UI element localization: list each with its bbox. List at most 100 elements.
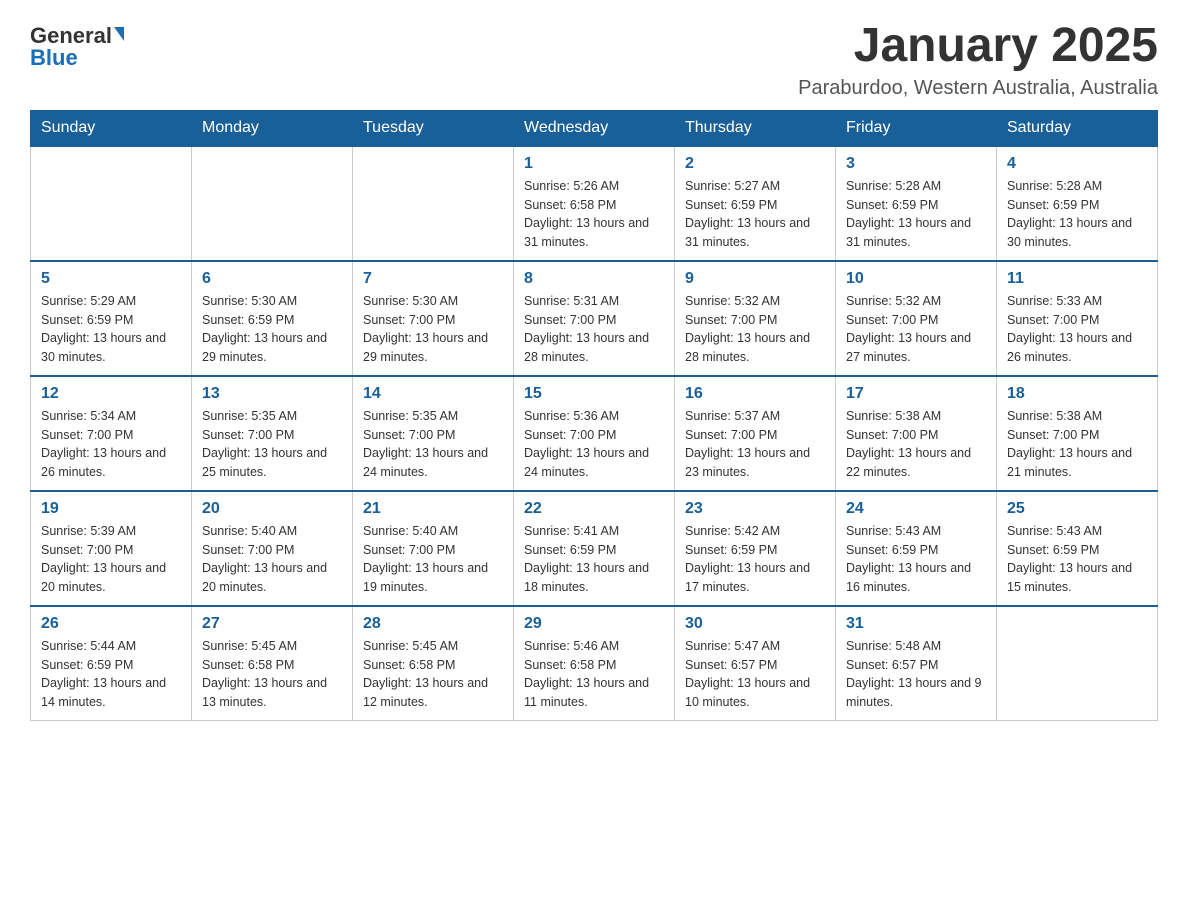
day-number: 16: [685, 385, 825, 403]
day-number: 19: [41, 500, 181, 518]
calendar-cell: 26 Sunrise: 5:44 AM Sunset: 6:59 PM Dayli…: [31, 606, 192, 721]
day-number: 25: [1007, 500, 1147, 518]
day-number: 2: [685, 155, 825, 173]
day-number: 26: [41, 615, 181, 633]
day-number: 9: [685, 270, 825, 288]
logo-text-blue: Blue: [30, 45, 78, 70]
day-number: 10: [846, 270, 986, 288]
day-info: Sunrise: 5:48 AM Sunset: 6:57 PM Dayligh…: [846, 637, 986, 712]
day-info: Sunrise: 5:26 AM Sunset: 6:58 PM Dayligh…: [524, 177, 664, 252]
day-info: Sunrise: 5:37 AM Sunset: 7:00 PM Dayligh…: [685, 407, 825, 482]
calendar-cell: [997, 606, 1158, 721]
calendar-cell: 25 Sunrise: 5:43 AM Sunset: 6:59 PM Dayli…: [997, 491, 1158, 606]
calendar-cell: 21 Sunrise: 5:40 AM Sunset: 7:00 PM Dayli…: [353, 491, 514, 606]
calendar-cell: 18Sunrise: 5:38 AM Sunset: 7:00 PM Dayli…: [997, 376, 1158, 491]
logo: General Blue: [30, 20, 124, 70]
day-number: 24: [846, 500, 986, 518]
day-info: Sunrise: 5:29 AM Sunset: 6:59 PM Dayligh…: [41, 292, 181, 367]
day-number: 6: [202, 270, 342, 288]
column-header-tuesday: Tuesday: [353, 110, 514, 146]
week-row-1: 1 Sunrise: 5:26 AM Sunset: 6:58 PM Daylig…: [31, 146, 1158, 261]
day-number: 5: [41, 270, 181, 288]
day-info: Sunrise: 5:39 AM Sunset: 7:00 PM Dayligh…: [41, 522, 181, 597]
calendar-cell: 20Sunrise: 5:40 AM Sunset: 7:00 PM Dayli…: [192, 491, 353, 606]
day-number: 8: [524, 270, 664, 288]
logo-text-general: General: [30, 25, 112, 47]
day-info: Sunrise: 5:34 AM Sunset: 7:00 PM Dayligh…: [41, 407, 181, 482]
calendar-header-row: SundayMondayTuesdayWednesdayThursdayFrid…: [31, 110, 1158, 146]
day-info: Sunrise: 5:43 AM Sunset: 6:59 PM Dayligh…: [846, 522, 986, 597]
column-header-sunday: Sunday: [31, 110, 192, 146]
week-row-2: 5 Sunrise: 5:29 AM Sunset: 6:59 PM Daylig…: [31, 261, 1158, 376]
column-header-friday: Friday: [836, 110, 997, 146]
page-header: General Blue January 2025 Paraburdoo, We…: [30, 20, 1158, 100]
calendar-cell: 7 Sunrise: 5:30 AM Sunset: 7:00 PM Daylig…: [353, 261, 514, 376]
column-header-thursday: Thursday: [675, 110, 836, 146]
day-number: 7: [363, 270, 503, 288]
day-number: 3: [846, 155, 986, 173]
day-info: Sunrise: 5:32 AM Sunset: 7:00 PM Dayligh…: [685, 292, 825, 367]
day-number: 17: [846, 385, 986, 403]
day-info: Sunrise: 5:40 AM Sunset: 7:00 PM Dayligh…: [363, 522, 503, 597]
day-info: Sunrise: 5:42 AM Sunset: 6:59 PM Dayligh…: [685, 522, 825, 597]
day-info: Sunrise: 5:46 AM Sunset: 6:58 PM Dayligh…: [524, 637, 664, 712]
calendar-cell: 2 Sunrise: 5:27 AM Sunset: 6:59 PM Daylig…: [675, 146, 836, 261]
day-number: 14: [363, 385, 503, 403]
day-number: 31: [846, 615, 986, 633]
day-number: 18: [1007, 385, 1147, 403]
calendar-cell: 28Sunrise: 5:45 AM Sunset: 6:58 PM Dayli…: [353, 606, 514, 721]
calendar-cell: 29Sunrise: 5:46 AM Sunset: 6:58 PM Dayli…: [514, 606, 675, 721]
calendar-table: SundayMondayTuesdayWednesdayThursdayFrid…: [30, 110, 1158, 721]
calendar-cell: 4 Sunrise: 5:28 AM Sunset: 6:59 PM Daylig…: [997, 146, 1158, 261]
day-number: 22: [524, 500, 664, 518]
week-row-5: 26 Sunrise: 5:44 AM Sunset: 6:59 PM Dayli…: [31, 606, 1158, 721]
day-info: Sunrise: 5:30 AM Sunset: 7:00 PM Dayligh…: [363, 292, 503, 367]
calendar-cell: 6 Sunrise: 5:30 AM Sunset: 6:59 PM Daylig…: [192, 261, 353, 376]
calendar-cell: 1 Sunrise: 5:26 AM Sunset: 6:58 PM Daylig…: [514, 146, 675, 261]
calendar-cell: 10 Sunrise: 5:32 AM Sunset: 7:00 PM Dayli…: [836, 261, 997, 376]
day-info: Sunrise: 5:45 AM Sunset: 6:58 PM Dayligh…: [202, 637, 342, 712]
calendar-cell: 14Sunrise: 5:35 AM Sunset: 7:00 PM Dayli…: [353, 376, 514, 491]
calendar-cell: 23 Sunrise: 5:42 AM Sunset: 6:59 PM Dayli…: [675, 491, 836, 606]
day-info: Sunrise: 5:38 AM Sunset: 7:00 PM Dayligh…: [846, 407, 986, 482]
day-info: Sunrise: 5:28 AM Sunset: 6:59 PM Dayligh…: [1007, 177, 1147, 252]
day-info: Sunrise: 5:30 AM Sunset: 6:59 PM Dayligh…: [202, 292, 342, 367]
week-row-3: 12 Sunrise: 5:34 AM Sunset: 7:00 PM Dayli…: [31, 376, 1158, 491]
day-number: 11: [1007, 270, 1147, 288]
day-info: Sunrise: 5:41 AM Sunset: 6:59 PM Dayligh…: [524, 522, 664, 597]
day-number: 30: [685, 615, 825, 633]
calendar-cell: [353, 146, 514, 261]
calendar-cell: 9 Sunrise: 5:32 AM Sunset: 7:00 PM Daylig…: [675, 261, 836, 376]
calendar-cell: 8 Sunrise: 5:31 AM Sunset: 7:00 PM Daylig…: [514, 261, 675, 376]
column-header-saturday: Saturday: [997, 110, 1158, 146]
day-info: Sunrise: 5:28 AM Sunset: 6:59 PM Dayligh…: [846, 177, 986, 252]
day-info: Sunrise: 5:43 AM Sunset: 6:59 PM Dayligh…: [1007, 522, 1147, 597]
calendar-cell: 19 Sunrise: 5:39 AM Sunset: 7:00 PM Dayli…: [31, 491, 192, 606]
day-number: 23: [685, 500, 825, 518]
day-info: Sunrise: 5:32 AM Sunset: 7:00 PM Dayligh…: [846, 292, 986, 367]
day-info: Sunrise: 5:44 AM Sunset: 6:59 PM Dayligh…: [41, 637, 181, 712]
day-number: 21: [363, 500, 503, 518]
calendar-cell: 27 Sunrise: 5:45 AM Sunset: 6:58 PM Dayli…: [192, 606, 353, 721]
day-info: Sunrise: 5:36 AM Sunset: 7:00 PM Dayligh…: [524, 407, 664, 482]
calendar-cell: 11 Sunrise: 5:33 AM Sunset: 7:00 PM Dayli…: [997, 261, 1158, 376]
calendar-cell: 12 Sunrise: 5:34 AM Sunset: 7:00 PM Dayli…: [31, 376, 192, 491]
day-info: Sunrise: 5:33 AM Sunset: 7:00 PM Dayligh…: [1007, 292, 1147, 367]
day-info: Sunrise: 5:45 AM Sunset: 6:58 PM Dayligh…: [363, 637, 503, 712]
title-section: January 2025 Paraburdoo, Western Austral…: [798, 20, 1158, 100]
day-number: 27: [202, 615, 342, 633]
calendar-cell: [31, 146, 192, 261]
day-number: 4: [1007, 155, 1147, 173]
day-info: Sunrise: 5:27 AM Sunset: 6:59 PM Dayligh…: [685, 177, 825, 252]
logo-arrow-icon: [114, 27, 124, 41]
day-info: Sunrise: 5:40 AM Sunset: 7:00 PM Dayligh…: [202, 522, 342, 597]
calendar-cell: 3 Sunrise: 5:28 AM Sunset: 6:59 PM Daylig…: [836, 146, 997, 261]
day-number: 1: [524, 155, 664, 173]
calendar-cell: [192, 146, 353, 261]
calendar-cell: 30Sunrise: 5:47 AM Sunset: 6:57 PM Dayli…: [675, 606, 836, 721]
calendar-cell: 24 Sunrise: 5:43 AM Sunset: 6:59 PM Dayli…: [836, 491, 997, 606]
calendar-cell: 16 Sunrise: 5:37 AM Sunset: 7:00 PM Dayli…: [675, 376, 836, 491]
day-info: Sunrise: 5:31 AM Sunset: 7:00 PM Dayligh…: [524, 292, 664, 367]
day-number: 12: [41, 385, 181, 403]
column-header-monday: Monday: [192, 110, 353, 146]
